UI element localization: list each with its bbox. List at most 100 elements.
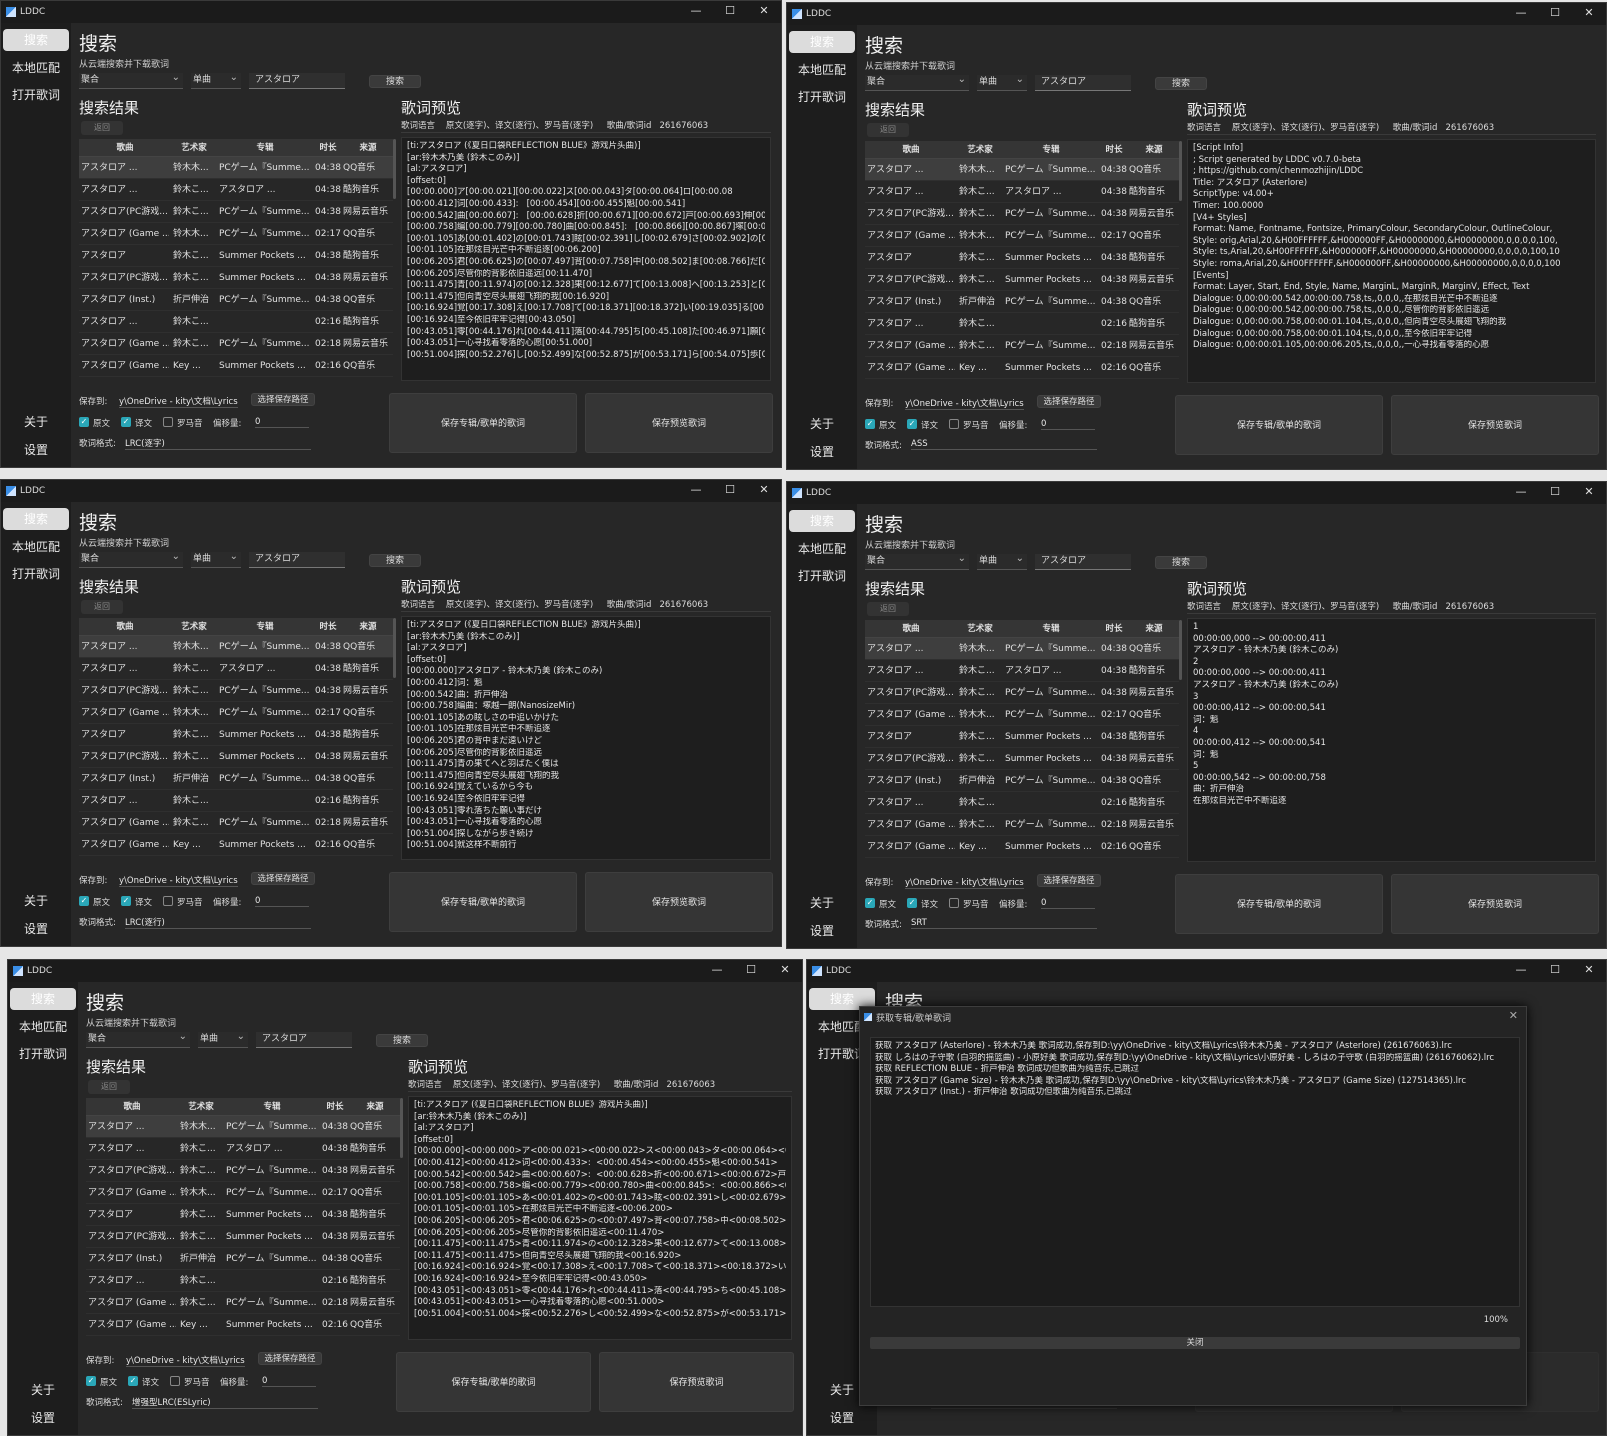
- nav-local-match[interactable]: 本地匹配: [789, 59, 855, 81]
- table-row[interactable]: アスタロア ... 铃木木... PCゲーム『Summe... 04:38 QQ音乐: [865, 159, 1179, 181]
- trans-checkbox[interactable]: ✓: [128, 1376, 138, 1386]
- table-row[interactable]: アスタロア 鈴木こ... Summer Pockets ... 04:38 酷狗音乐: [79, 724, 393, 746]
- offset-spinbox[interactable]: 0: [255, 896, 309, 907]
- column-header[interactable]: 艺术家: [957, 141, 1003, 159]
- table-row[interactable]: アスタロア(PC游戏... 鈴木こ... Summer Pockets ... 04:…: [86, 1226, 400, 1248]
- nav-search[interactable]: 搜索: [3, 29, 69, 51]
- nav-local-match[interactable]: 本地匹配: [3, 57, 69, 79]
- search-button[interactable]: 搜索: [369, 554, 421, 567]
- table-row[interactable]: アスタロア ... 鈴木こ... アスタロア ... 04:38 酷狗音乐: [79, 658, 393, 680]
- save-path-value[interactable]: y\OneDrive - kity\文档\Lyrics: [119, 395, 238, 408]
- table-row[interactable]: アスタロア (Inst.) 折戸伸治 PCゲーム『Summe... 04:38 QQ音乐: [865, 770, 1179, 792]
- table-row[interactable]: アスタロア(PC游戏... 鈴木こ... PCゲーム『Summe... 04:38 网易…: [865, 203, 1179, 225]
- dialog-close-icon[interactable]: ✕: [1509, 1009, 1518, 1022]
- format-select[interactable]: SRT: [911, 918, 1097, 929]
- save-album-button[interactable]: 保存专辑/歌单的歌词: [396, 1352, 591, 1412]
- table-row[interactable]: アスタロア ... 鈴木こ... 02:16 酷狗音乐: [865, 313, 1179, 335]
- column-header[interactable]: 歌曲: [79, 618, 171, 636]
- table-row[interactable]: アスタロア 鈴木こ... Summer Pockets ... 04:38 酷狗音乐: [86, 1204, 400, 1226]
- back-button[interactable]: 返回: [88, 1080, 130, 1094]
- results-scrollbar[interactable]: [393, 139, 396, 199]
- choose-path-button[interactable]: 选择保存路径: [251, 872, 315, 885]
- back-button[interactable]: 返回: [81, 600, 123, 614]
- nav-search[interactable]: 搜索: [789, 510, 855, 532]
- lyrics-preview[interactable]: [ti:アスタロア (《夏日口袋REFLECTION BLUE》游戏片头曲)][…: [401, 137, 771, 381]
- nav-open-lyrics[interactable]: 打开歌词: [10, 1043, 76, 1065]
- table-row[interactable]: アスタロア(PC游戏... 鈴木こ... PCゲーム『Summe... 04:38 网易…: [86, 1160, 400, 1182]
- save-path-value[interactable]: y\OneDrive - kity\文档\Lyrics: [905, 397, 1024, 410]
- save-preview-button[interactable]: 保存预览歌词: [1391, 874, 1599, 934]
- close-button[interactable]: ✕: [1572, 960, 1606, 982]
- table-row[interactable]: アスタロア (Game ... 鈴木こ... PCゲーム『Summe... 02:18…: [865, 814, 1179, 836]
- back-button[interactable]: 返回: [81, 121, 123, 135]
- column-header[interactable]: 来源: [1129, 620, 1179, 638]
- nav-open-lyrics[interactable]: 打开歌词: [789, 565, 855, 587]
- nav-about[interactable]: 关于: [789, 413, 855, 435]
- table-row[interactable]: アスタロア ... 鈴木こ... 02:16 酷狗音乐: [865, 792, 1179, 814]
- table-row[interactable]: アスタロア ... 铃木木... PCゲーム『Summe... 04:38 QQ音乐: [79, 636, 393, 658]
- maximize-button[interactable]: ☐: [1538, 3, 1572, 25]
- type-select[interactable]: 单曲: [977, 551, 1027, 570]
- column-header[interactable]: 艺术家: [171, 139, 217, 157]
- nav-about[interactable]: 关于: [10, 1379, 76, 1401]
- format-select[interactable]: 增强型LRC(ESLyric): [132, 1396, 318, 1409]
- results-scrollbar[interactable]: [400, 1098, 403, 1158]
- search-button[interactable]: 搜索: [1155, 77, 1207, 90]
- table-row[interactable]: アスタロア ... 鈴木こ... アスタロア ... 04:38 酷狗音乐: [865, 181, 1179, 203]
- source-select[interactable]: 聚合: [86, 1029, 190, 1048]
- close-button[interactable]: ✕: [1572, 482, 1606, 504]
- nav-local-match[interactable]: 本地匹配: [3, 536, 69, 558]
- trans-checkbox[interactable]: ✓: [907, 898, 917, 908]
- table-row[interactable]: アスタロア (Game ... 铃木木... PCゲーム『Summe... 02:17…: [79, 702, 393, 724]
- nav-local-match[interactable]: 本地匹配: [789, 538, 855, 560]
- column-header[interactable]: 时长: [1099, 620, 1129, 638]
- orig-checkbox[interactable]: ✓: [86, 1376, 96, 1386]
- orig-checkbox[interactable]: ✓: [79, 417, 89, 427]
- lyrics-preview[interactable]: [ti:アスタロア (《夏日口袋REFLECTION BLUE》游戏片头曲)][…: [408, 1096, 792, 1340]
- table-row[interactable]: アスタロア ... 鈴木こ... アスタロア ... 04:38 酷狗音乐: [86, 1138, 400, 1160]
- minimize-button[interactable]: —: [700, 960, 734, 982]
- column-header[interactable]: 来源: [350, 1098, 400, 1116]
- table-row[interactable]: アスタロア (Game ... Key ... Summer Pockets ...…: [79, 834, 393, 856]
- format-select[interactable]: LRC(逐行): [125, 916, 311, 929]
- nav-open-lyrics[interactable]: 打开歌词: [789, 86, 855, 108]
- choose-path-button[interactable]: 选择保存路径: [251, 393, 315, 406]
- nav-settings[interactable]: 设置: [809, 1407, 875, 1429]
- column-header[interactable]: 专辑: [217, 618, 313, 636]
- nav-open-lyrics[interactable]: 打开歌词: [3, 563, 69, 585]
- minimize-button[interactable]: —: [1504, 960, 1538, 982]
- close-button[interactable]: ✕: [1572, 3, 1606, 25]
- nav-settings[interactable]: 设置: [10, 1407, 76, 1429]
- table-row[interactable]: アスタロア(PC游戏... 鈴木こ... Summer Pockets ... 04:…: [79, 267, 393, 289]
- maximize-button[interactable]: ☐: [713, 1, 747, 23]
- table-row[interactable]: アスタロア (Game ... Key ... Summer Pockets ...…: [865, 357, 1179, 379]
- nav-about[interactable]: 关于: [3, 890, 69, 912]
- source-select[interactable]: 聚合: [79, 549, 183, 568]
- column-header[interactable]: 艺术家: [171, 618, 217, 636]
- save-album-button[interactable]: 保存专辑/歌单的歌词: [389, 872, 577, 932]
- save-album-button[interactable]: 保存专辑/歌单的歌词: [389, 393, 577, 453]
- maximize-button[interactable]: ☐: [1538, 960, 1572, 982]
- save-preview-button[interactable]: 保存预览歌词: [599, 1352, 794, 1412]
- table-row[interactable]: アスタロア(PC游戏... 鈴木こ... Summer Pockets ... 04:…: [865, 269, 1179, 291]
- roma-checkbox[interactable]: [170, 1376, 180, 1386]
- table-row[interactable]: アスタロア ... 鈴木こ... アスタロア ... 04:38 酷狗音乐: [865, 660, 1179, 682]
- search-input[interactable]: アスタロア: [1035, 554, 1131, 570]
- results-scrollbar[interactable]: [393, 618, 396, 678]
- table-row[interactable]: アスタロア 鈴木こ... Summer Pockets ... 04:38 酷狗音乐: [865, 247, 1179, 269]
- roma-checkbox[interactable]: [163, 417, 173, 427]
- nav-local-match[interactable]: 本地匹配: [10, 1016, 76, 1038]
- save-path-value[interactable]: y\OneDrive - kity\文档\Lyrics: [126, 1354, 245, 1367]
- table-row[interactable]: アスタロア 鈴木こ... Summer Pockets ... 04:38 酷狗音乐: [79, 245, 393, 267]
- column-header[interactable]: 歌曲: [79, 139, 171, 157]
- search-input[interactable]: アスタロア: [249, 552, 345, 568]
- column-header[interactable]: 时长: [1099, 141, 1129, 159]
- nav-settings[interactable]: 设置: [3, 918, 69, 940]
- table-row[interactable]: アスタロア (Game ... Key ... Summer Pockets ...…: [86, 1314, 400, 1336]
- search-input[interactable]: アスタロア: [249, 73, 345, 89]
- back-button[interactable]: 返回: [867, 602, 909, 616]
- column-header[interactable]: 时长: [320, 1098, 350, 1116]
- table-row[interactable]: アスタロア (Game ... Key ... Summer Pockets ...…: [865, 836, 1179, 858]
- roma-checkbox[interactable]: [163, 896, 173, 906]
- column-header[interactable]: 专辑: [1003, 620, 1099, 638]
